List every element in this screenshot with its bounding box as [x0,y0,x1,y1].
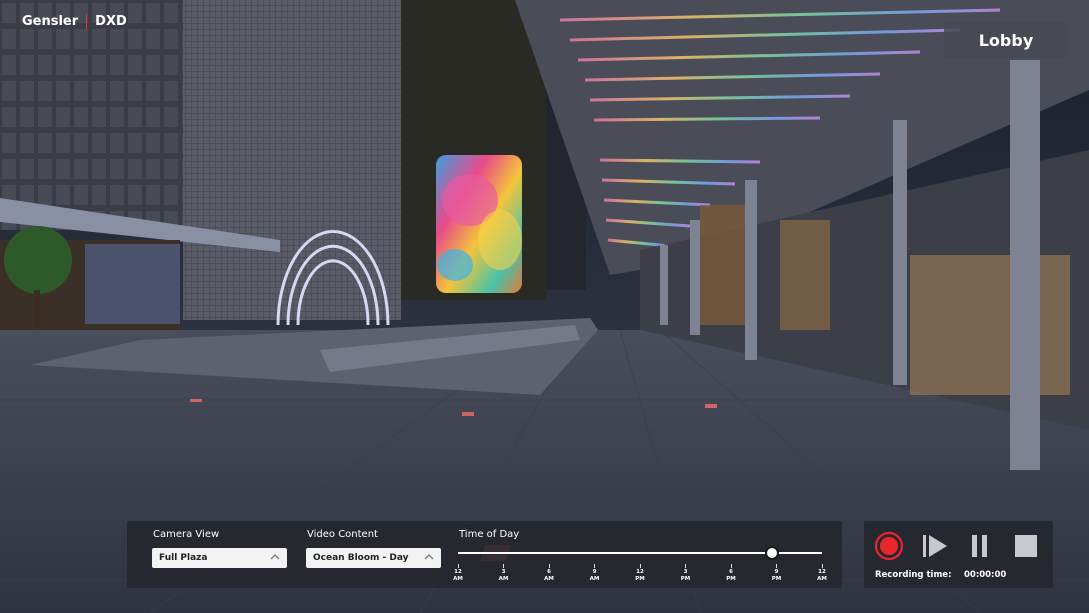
time-tick-period: PM [635,576,645,582]
brand-separator [86,14,88,29]
camera-view-select[interactable]: Full Plaza [152,548,287,568]
time-tick: 9 AM [583,564,607,583]
chevron-up-icon [270,554,280,560]
time-tick: 3 AM [492,564,516,583]
time-tick-period: AM [544,576,554,582]
control-panel: Camera View Full Plaza Video Content Oce… [127,521,842,588]
recording-time-label: Recording time: [875,570,952,580]
time-tick-period: PM [771,576,782,582]
time-tick-hour: 9 [774,569,779,575]
video-content-label: Video Content [307,529,378,540]
time-tick-period: AM [498,576,509,582]
time-tick-hour: 12 [636,569,644,575]
time-tick: 6 AM [537,564,561,583]
pause-icon[interactable] [970,534,990,558]
location-label: Lobby [944,22,1068,58]
time-tick-hour: 6 [729,569,733,575]
time-tick-mark [821,564,823,568]
time-tick-hour: 6 [547,569,551,575]
time-tick-period: PM [680,576,691,582]
time-tick-mark [548,564,550,568]
time-tick-mark [730,564,732,568]
video-content-select[interactable]: Ocean Bloom - Day [306,548,441,568]
time-tick: 12 AM [810,564,834,583]
time-tick-period: PM [726,576,736,582]
brand-product: DXD [95,14,127,29]
time-tick-hour: 3 [501,569,506,575]
time-of-day-label: Time of Day [459,529,520,540]
time-tick-hour: 9 [592,569,597,575]
time-tick-hour: 3 [683,569,688,575]
record-icon[interactable] [874,531,904,561]
time-tick: 9 PM [765,564,789,583]
time-tick-mark [776,564,777,568]
time-tick: 12 AM [446,564,470,583]
time-tick-mark [639,564,641,568]
recording-panel: Recording time: 00:00:00 [864,521,1053,588]
chevron-up-icon [424,554,434,560]
time-tick-hour: 12 [818,569,826,575]
time-tick: 3 PM [674,564,698,583]
time-tick: 6 PM [719,564,743,583]
brand-company: Gensler [22,14,79,29]
time-tick-period: AM [817,576,827,582]
camera-view-label: Camera View [153,529,220,540]
time-of-day-slider-thumb[interactable] [765,546,780,560]
brand-logo: Gensler DXD [22,14,127,29]
time-tick-mark [457,564,459,568]
time-tick-period: AM [589,576,600,582]
camera-view-value: Full Plaza [159,553,208,563]
time-tick-mark [685,564,686,568]
time-tick-period: AM [453,576,463,582]
stop-icon[interactable] [1014,534,1038,558]
time-tick-mark [594,564,595,568]
time-tick-mark [503,564,504,568]
video-content-value: Ocean Bloom - Day [313,553,409,563]
time-tick: 12 PM [628,564,652,583]
recording-time-value: 00:00:00 [964,570,1007,580]
time-tick-hour: 12 [454,569,462,575]
play-icon[interactable] [922,534,948,558]
